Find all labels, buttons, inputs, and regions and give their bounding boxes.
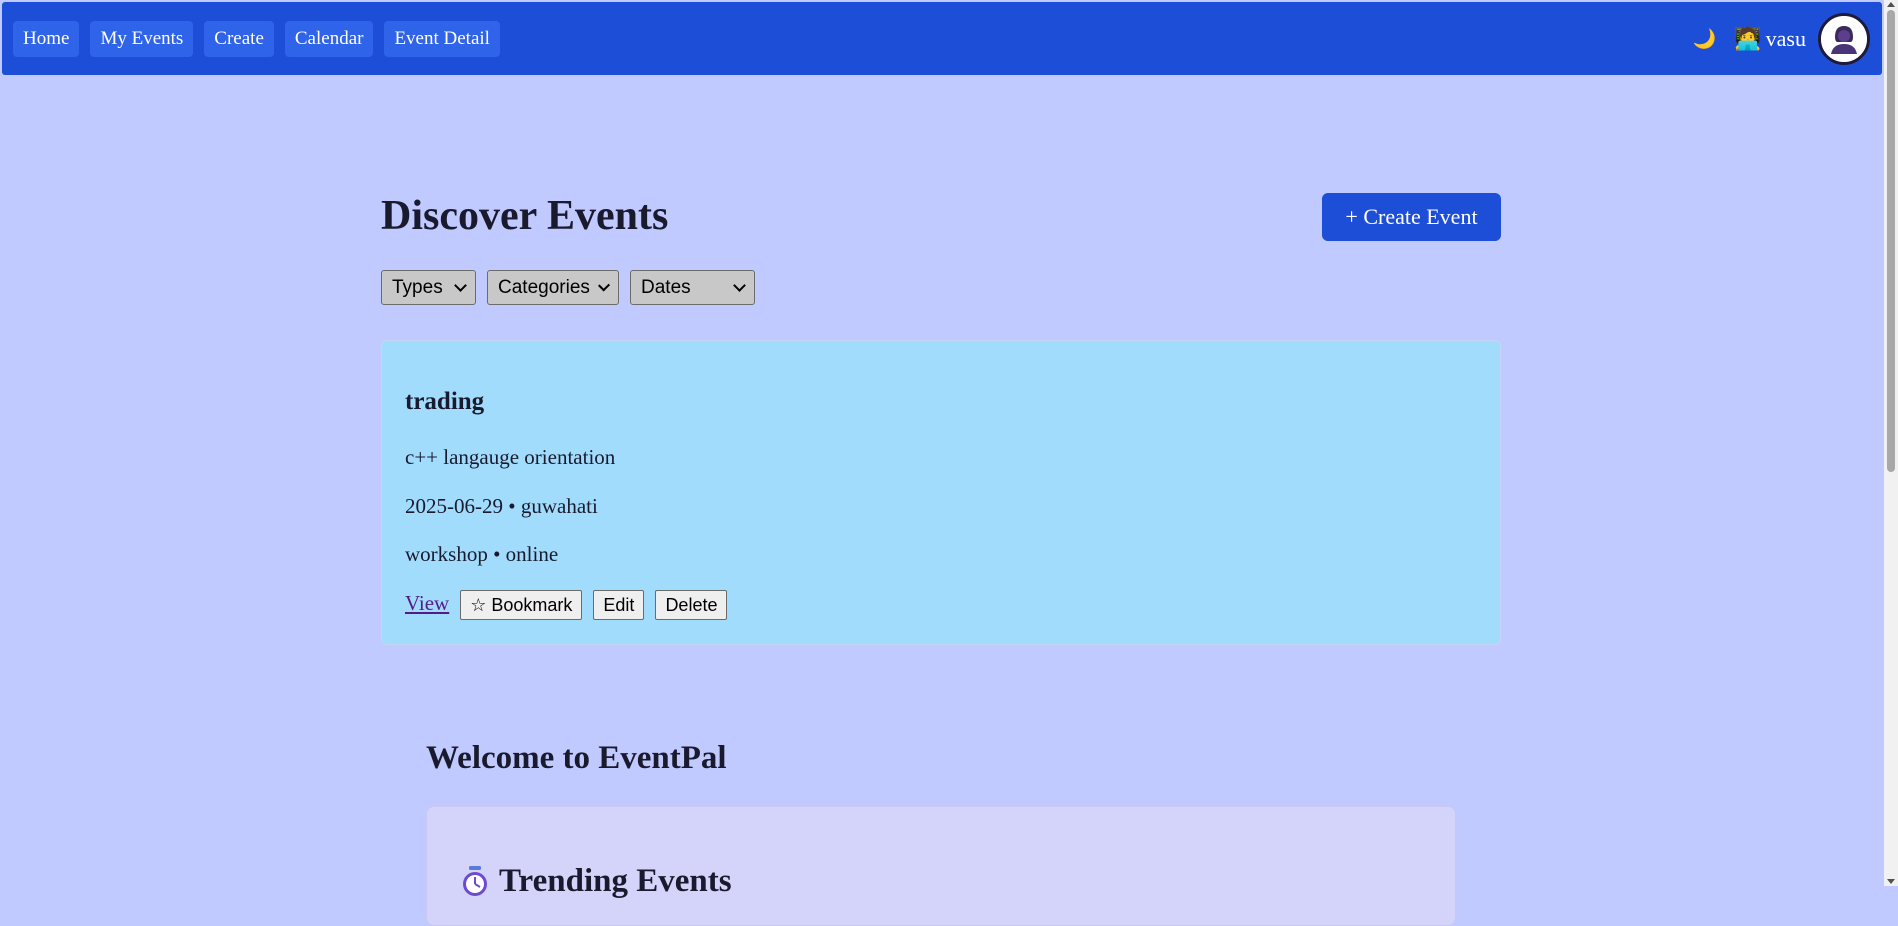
page-title: Discover Events <box>381 193 669 239</box>
event-actions: View ☆ Bookmark Edit Delete <box>405 590 728 620</box>
trending-header: Trending Events <box>461 861 732 901</box>
event-description: c++ langauge orientation <box>405 445 616 469</box>
scrollbar-thumb[interactable] <box>1887 10 1895 472</box>
username-label: vasu <box>1765 26 1806 51</box>
nav-link-create[interactable]: Create <box>204 21 274 57</box>
top-navbar: Home My Events Create Calendar Event Det… <box>2 2 1882 75</box>
trending-title: Trending Events <box>499 863 732 899</box>
delete-button[interactable]: Delete <box>655 590 728 620</box>
nav-links: Home My Events Create Calendar Event Det… <box>13 21 500 57</box>
categories-select-value: Categories <box>498 276 590 298</box>
event-type-mode: workshop • online <box>405 542 559 566</box>
nav-link-my-events[interactable]: My Events <box>90 21 194 57</box>
event-card: trading c++ langauge orientation 2025-06… <box>381 340 1501 645</box>
dates-select[interactable]: Dates <box>630 270 755 305</box>
chevron-down-icon <box>733 278 746 292</box>
view-event-link[interactable]: View <box>405 591 449 616</box>
user-menu[interactable]: 🧑‍💻 vasu <box>1734 26 1806 52</box>
technologist-icon: 🧑‍💻 <box>1734 26 1762 51</box>
bookmark-button[interactable]: ☆ Bookmark <box>460 590 583 620</box>
chevron-down-icon <box>454 278 467 292</box>
nav-link-event-detail[interactable]: Event Detail <box>384 21 500 57</box>
user-silhouette-icon <box>1821 16 1867 62</box>
nav-link-calendar[interactable]: Calendar <box>284 21 374 57</box>
welcome-heading: Welcome to EventPal <box>426 740 727 776</box>
trending-events-section: Trending Events <box>426 806 1456 926</box>
dates-select-value: Dates <box>641 276 691 298</box>
chevron-down-icon <box>597 278 610 292</box>
moon-icon[interactable]: 🌙 <box>1693 30 1717 49</box>
filter-bar: Types Categories Dates <box>381 270 755 305</box>
create-event-button[interactable]: + Create Event <box>1322 193 1501 241</box>
types-select-value: Types <box>392 276 443 298</box>
nav-link-home[interactable]: Home <box>13 21 80 57</box>
avatar[interactable] <box>1818 13 1870 65</box>
event-date-location: 2025-06-29 • guwahati <box>405 494 598 518</box>
scroll-up-arrow-icon[interactable] <box>1887 2 1895 7</box>
alarm-clock-icon <box>461 865 489 897</box>
types-select[interactable]: Types <box>381 270 476 305</box>
categories-select[interactable]: Categories <box>487 270 619 305</box>
edit-button[interactable]: Edit <box>593 590 645 620</box>
scroll-down-arrow-icon[interactable] <box>1887 879 1895 884</box>
nav-user-area: 🌙 🧑‍💻 vasu <box>1693 10 1870 68</box>
vertical-scrollbar[interactable] <box>1884 0 1898 886</box>
event-title: trading <box>405 388 485 415</box>
